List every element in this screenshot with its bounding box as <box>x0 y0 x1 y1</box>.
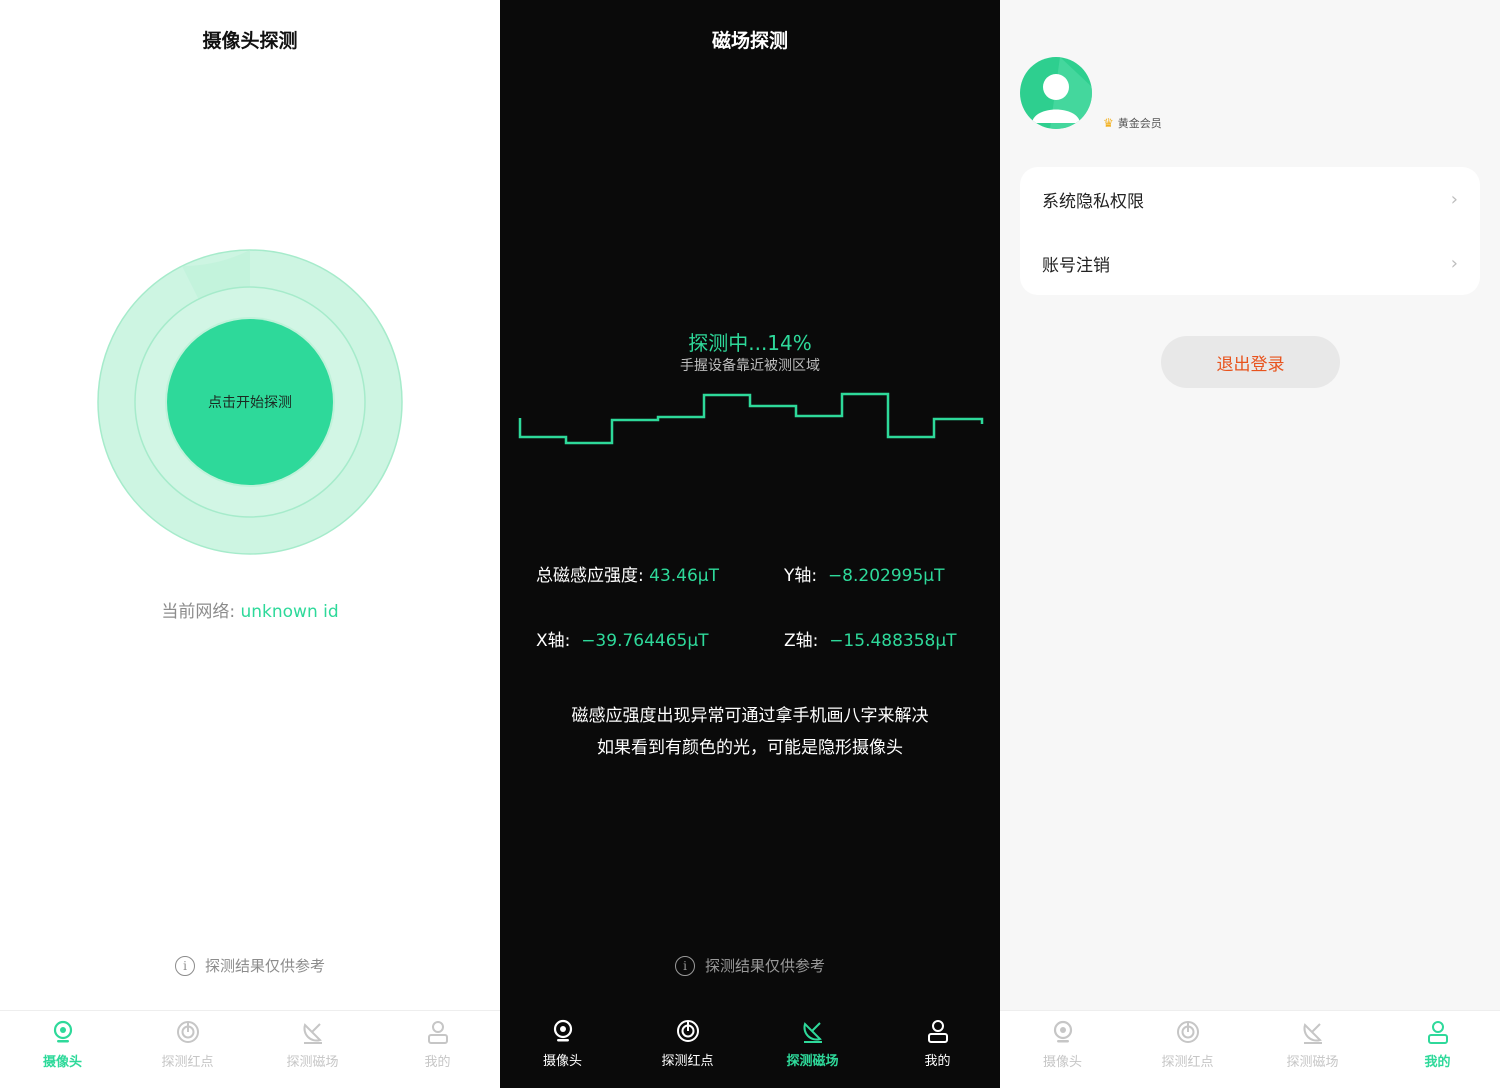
info-icon: i <box>174 955 195 976</box>
magnetic-screen: 磁场探测 探测中...14% 手握设备靠近被测区域 总磁感应强度: 43.46μ… <box>500 0 1000 1088</box>
camera-icon <box>553 1019 572 1042</box>
x-reading: X轴: −39.764465μT <box>536 626 709 651</box>
menu-item-label: 系统隐私权限 <box>1042 191 1144 212</box>
tab-label: 我的 <box>424 1055 451 1070</box>
radar-icon <box>1176 1021 1199 1043</box>
disclaimer: i 探测结果仅供参考 <box>500 955 1000 976</box>
tab-mine[interactable]: 我的 <box>875 1010 1000 1088</box>
info-icon: i <box>674 955 695 976</box>
y-label: Y轴: <box>784 566 818 586</box>
page-title: 磁场探测 <box>711 30 788 52</box>
total-label: 总磁感应强度: <box>536 566 644 586</box>
scan-hint: 手握设备靠近被测区域 <box>680 358 820 374</box>
tab-bar: 摄像头 探测红点 探测磁场 我的 <box>0 1010 500 1088</box>
tab-label: 摄像头 <box>542 1054 582 1069</box>
tip-line: 磁感应强度出现异常可通过拿手机画八字来解决 <box>571 706 929 726</box>
tab-magnetic[interactable]: 探测磁场 <box>250 1011 375 1088</box>
avatar-person-icon <box>1032 57 1092 129</box>
tab-label: 探测红点 <box>661 1054 714 1069</box>
tab-bar: 摄像头 探测红点 探测磁场 我的 <box>500 1010 1000 1088</box>
menu-item-label: 账号注销 <box>1042 255 1110 276</box>
menu-item-privacy[interactable]: 系统隐私权限 › <box>1020 167 1480 231</box>
tab-mine[interactable]: 我的 <box>375 1011 500 1088</box>
y-reading: Y轴: −8.202995μT <box>784 561 945 586</box>
tip-line: 如果看到有颜色的光，可能是隐形摄像头 <box>597 738 903 758</box>
network-label: 当前网络: <box>161 602 236 622</box>
start-scan-button[interactable]: 点击开始探测 <box>167 319 333 485</box>
tab-label: 探测磁场 <box>1286 1055 1339 1070</box>
chevron-right-icon: › <box>1450 188 1458 210</box>
satellite-dish-icon <box>303 1023 322 1044</box>
z-reading: Z轴: −15.488358μT <box>784 626 957 651</box>
z-value: −15.488358μT <box>829 631 957 651</box>
tab-camera[interactable]: 摄像头 <box>500 1010 625 1088</box>
profile-screen: ♛ 黄金会员 系统隐私权限 › 账号注销 › 退出登录 摄像头 探测红点 探测磁… <box>1000 0 1500 1088</box>
tab-label: 探测红点 <box>161 1055 214 1070</box>
camera-icon <box>1053 1020 1072 1043</box>
menu-item-delete-account[interactable]: 账号注销 › <box>1020 231 1480 295</box>
tab-label: 探测红点 <box>1161 1055 1214 1070</box>
tab-bar: 摄像头 探测红点 探测磁场 我的 <box>1000 1010 1500 1088</box>
network-value: unknown id <box>240 602 339 622</box>
disclaimer-text: 探测结果仅供参考 <box>204 957 325 975</box>
tab-red-dot[interactable]: 探测红点 <box>125 1011 250 1088</box>
camera-icon <box>53 1020 72 1043</box>
tab-magnetic[interactable]: 探测磁场 <box>1250 1011 1375 1088</box>
network-info: 当前网络: unknown id <box>0 597 500 622</box>
tab-label: 摄像头 <box>1042 1055 1082 1070</box>
user-icon <box>1427 1021 1448 1044</box>
y-value: −8.202995μT <box>827 566 945 586</box>
tab-magnetic[interactable]: 探测磁场 <box>750 1010 875 1088</box>
tips: 磁感应强度出现异常可通过拿手机画八字来解决 如果看到有颜色的光，可能是隐形摄像头 <box>500 700 1000 764</box>
tab-label: 摄像头 <box>42 1055 82 1070</box>
total-reading: 总磁感应强度: 43.46μT <box>536 561 719 586</box>
settings-menu: 系统隐私权限 › 账号注销 › <box>1020 167 1480 295</box>
vip-badge: ♛ 黄金会员 <box>1103 117 1162 129</box>
vip-label: 黄金会员 <box>1117 117 1162 129</box>
tab-red-dot[interactable]: 探测红点 <box>1125 1011 1250 1088</box>
x-value: −39.764465μT <box>581 631 709 651</box>
radar-icon <box>676 1020 699 1042</box>
magnetic-waveform <box>518 392 984 445</box>
tab-label: 我的 <box>1424 1055 1451 1070</box>
total-value: 43.46μT <box>649 566 720 586</box>
tab-red-dot[interactable]: 探测红点 <box>625 1010 750 1088</box>
chevron-right-icon: › <box>1450 252 1458 274</box>
scan-status: 探测中...14% <box>688 331 812 355</box>
camera-screen: 摄像头探测 点击开始探测 当前网络: unknown id i 探测结果仅供参考… <box>0 0 500 1088</box>
disclaimer: i 探测结果仅供参考 <box>0 955 500 976</box>
tab-label: 探测磁场 <box>286 1055 339 1070</box>
user-icon <box>427 1021 448 1044</box>
page-title: 摄像头探测 <box>202 30 298 52</box>
user-icon <box>927 1020 948 1043</box>
tab-camera[interactable]: 摄像头 <box>0 1011 125 1088</box>
avatar[interactable] <box>1020 57 1092 129</box>
tab-camera[interactable]: 摄像头 <box>1000 1011 1125 1088</box>
logout-button[interactable]: 退出登录 <box>1161 336 1340 388</box>
tab-label: 探测磁场 <box>786 1054 839 1069</box>
disclaimer-text: 探测结果仅供参考 <box>704 957 825 975</box>
tab-mine[interactable]: 我的 <box>1375 1011 1500 1088</box>
satellite-dish-icon <box>1303 1023 1322 1044</box>
x-label: X轴: <box>536 631 571 651</box>
tab-label: 我的 <box>924 1054 951 1069</box>
radar-icon <box>176 1021 199 1043</box>
satellite-dish-icon <box>803 1022 822 1043</box>
crown-icon: ♛ <box>1103 117 1114 129</box>
z-label: Z轴: <box>784 631 819 651</box>
